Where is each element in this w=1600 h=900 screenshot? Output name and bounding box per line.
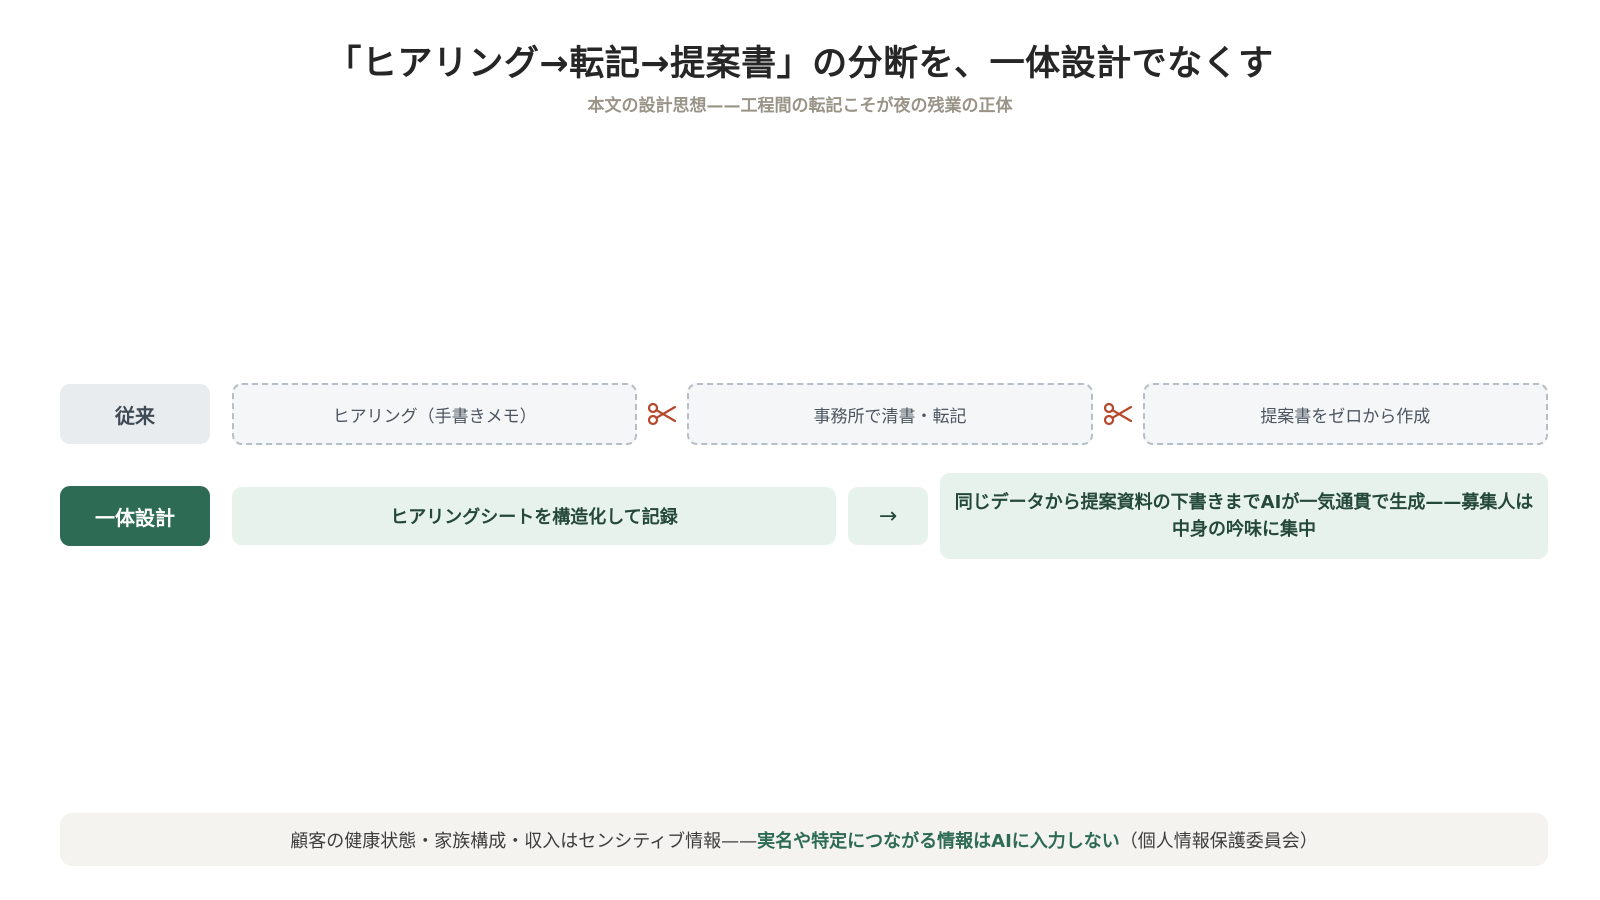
page-subtitle: 本文の設計思想——工程間の転記こそが夜の残業の正体 [587,96,1013,116]
page-title: 「ヒアリング→転記→提案書」の分断を、一体設計でなくす [326,44,1274,84]
row-conventional: 従来 ヒアリング（手書きメモ） 事務所で清書・転記 提案書をゼロから作成 [60,383,1548,445]
step-structured-hearing: ヒアリングシートを構造化して記録 [232,487,836,545]
privacy-note-lead: 顧客の健康状態・家族構成・収入はセンシティブ情報—— [290,830,758,852]
scissors-icon [637,401,687,427]
privacy-note: 顧客の健康状態・家族構成・収入はセンシティブ情報—— 実名や特定につながる情報はA… [60,813,1548,866]
step-proposal-from-scratch: 提案書をゼロから作成 [1142,383,1548,445]
step-office-transcription: 事務所で清書・転記 [687,383,1093,445]
label-conventional: 従来 [60,384,210,444]
scissors-icon [1093,401,1143,427]
label-integrated: 一体設計 [60,486,210,546]
header: 「ヒアリング→転記→提案書」の分断を、一体設計でなくす 本文の設計思想——工程間… [0,38,1600,118]
row-integrated: 一体設計 ヒアリングシートを構造化して記録 → 同じデータから提案資料の下書きま… [60,472,1548,560]
arrow-right-icon: → [848,487,928,545]
step-hearing-handwritten: ヒアリング（手書きメモ） [232,383,638,445]
privacy-note-source: （個人情報保護委員会） [1119,830,1318,852]
privacy-note-emphasis: 実名や特定につながる情報はAIに入力しない [757,830,1120,852]
step-ai-generation: 同じデータから提案資料の下書きまでAIが一気通貫で生成——募集人は中身の吟味に集… [940,473,1548,559]
